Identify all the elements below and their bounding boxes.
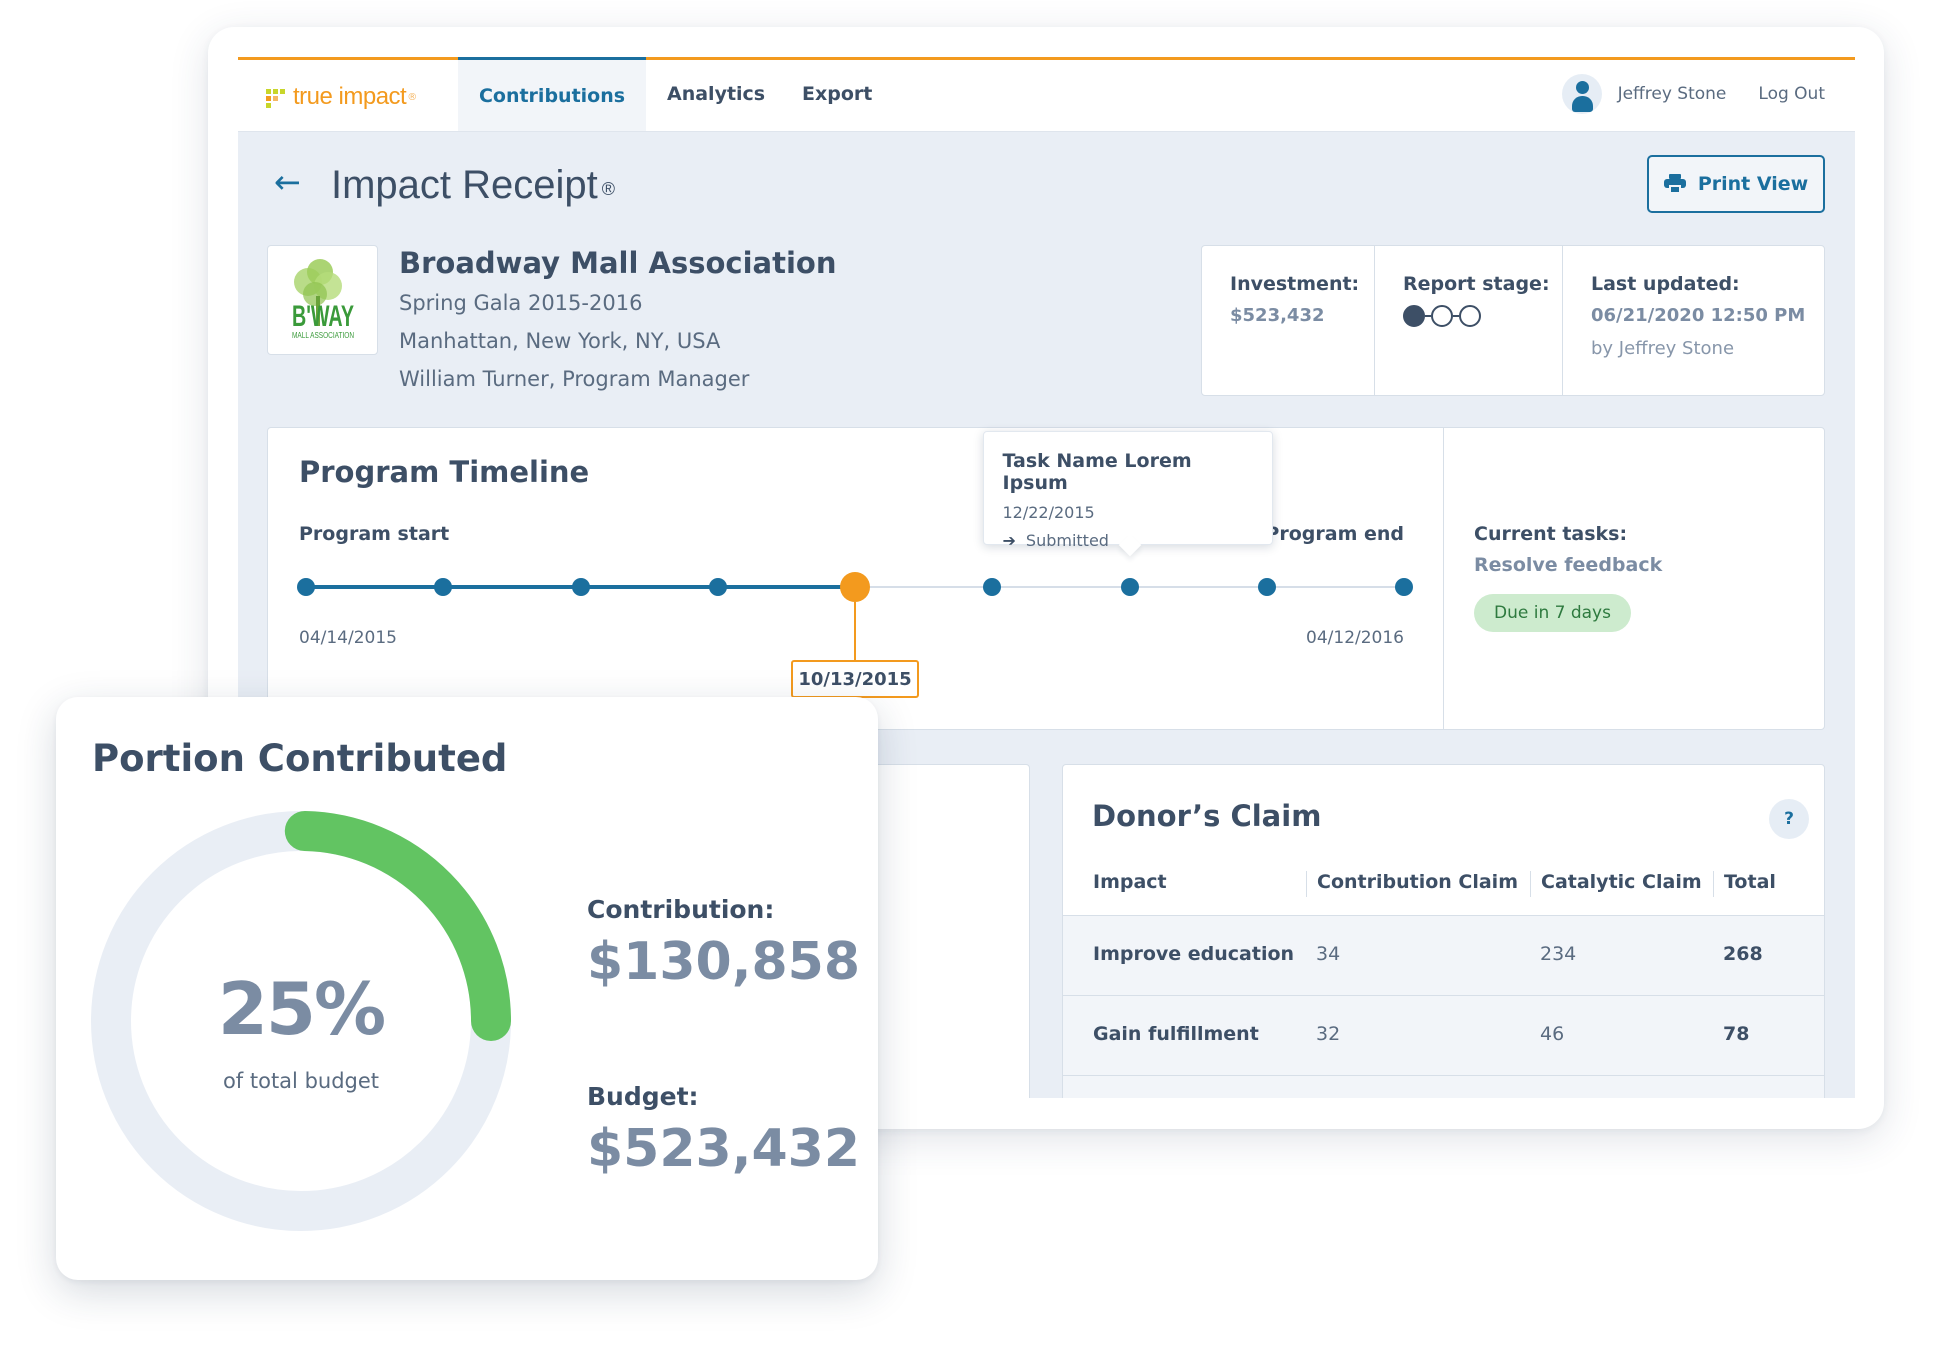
page-title: Impact Receipt ® <box>331 161 615 209</box>
timeline-milestone[interactable] <box>1120 578 1139 596</box>
cell-total: 78 <box>1723 1023 1750 1045</box>
timeline-current-milestone[interactable] <box>840 572 870 602</box>
portion-percent: 25% <box>217 967 386 1051</box>
logo-text: true impact <box>293 83 407 110</box>
timeline-milestone[interactable] <box>1395 578 1413 596</box>
last-updated-label: Last updated: <box>1591 273 1740 295</box>
portion-contributed-card: Portion Contributed 25% of total budget … <box>56 697 878 1280</box>
timeline-divider <box>1443 428 1444 729</box>
true-impact-logo[interactable]: true impact ® <box>266 82 417 112</box>
print-view-button[interactable]: Print View <box>1647 155 1825 213</box>
registered-mark: ® <box>601 179 616 199</box>
current-date-tag: 10/13/2015 <box>791 660 919 698</box>
column-header-total[interactable]: Total <box>1713 871 1776 897</box>
program-end-date: 04/12/2016 <box>1306 628 1404 648</box>
tab-analytics[interactable]: Analytics <box>646 57 786 131</box>
tooltip-task-date: 12/22/2015 <box>1002 503 1095 522</box>
last-updated-stat: Last updated: 06/21/2020 12:50 PM by Jef… <box>1562 246 1826 395</box>
arrow-right-icon: ➔ <box>1002 531 1016 550</box>
org-location: Manhattan, New York, NY, USA <box>399 329 721 353</box>
report-stage-indicator <box>1403 305 1562 327</box>
table-row[interactable]: Increase income55122177 <box>1063 1075 1824 1098</box>
logo-mark-icon <box>266 86 288 108</box>
logo-registered-mark: ® <box>407 91 418 103</box>
contribution-value: $130,858 <box>587 932 861 992</box>
timeline-milestone[interactable] <box>1257 578 1276 596</box>
column-header-impact[interactable]: Impact <box>1093 871 1167 897</box>
investment-value: $523,432 <box>1230 305 1325 326</box>
timeline-milestone[interactable] <box>708 578 727 596</box>
cell-impact: Improve education <box>1093 943 1295 965</box>
org-logo: B'WAY MALL ASSOCIATION <box>267 245 378 355</box>
stage-dot-2 <box>1431 305 1453 327</box>
stage-dot-1 <box>1403 305 1425 327</box>
cell-total: 268 <box>1723 943 1763 965</box>
budget-value: $523,432 <box>587 1119 861 1179</box>
cell-contribution: 34 <box>1316 943 1341 965</box>
column-header-catalytic-claim[interactable]: Catalytic Claim <box>1530 871 1702 897</box>
cell-catalytic: 234 <box>1540 943 1577 965</box>
print-view-label: Print View <box>1697 173 1809 195</box>
investment-stat: Investment: $523,432 <box>1202 246 1374 395</box>
tab-contributions[interactable]: Contributions <box>458 57 646 131</box>
cell-contribution: 32 <box>1316 1023 1341 1045</box>
receipt-stats: Investment: $523,432 Report stage: Last … <box>1201 245 1825 396</box>
table-row[interactable]: Gain fulfillment 32 46 78 <box>1063 995 1824 1075</box>
last-updated-by: by Jeffrey Stone <box>1591 338 1735 359</box>
org-name: Broadway Mall Association <box>399 246 837 280</box>
org-logo-subtext: MALL ASSOCIATION <box>292 331 354 340</box>
timeline-milestone[interactable] <box>983 578 1002 596</box>
user-menu: Jeffrey Stone Log Out <box>1561 70 1825 118</box>
portion-contributed-title: Portion Contributed <box>92 737 508 780</box>
report-stage-stat: Report stage: <box>1374 246 1562 395</box>
resolve-feedback-link[interactable]: Resolve feedback <box>1474 554 1662 576</box>
current-date-stem <box>854 602 856 660</box>
back-arrow-icon[interactable]: ← <box>274 162 301 202</box>
portion-percent-caption: of total budget <box>222 1069 380 1093</box>
user-avatar-icon[interactable] <box>1561 74 1602 114</box>
contribution-label: Contribution: <box>587 895 775 924</box>
program-name: Spring Gala 2015-2016 <box>399 291 643 315</box>
timeline-title: Program Timeline <box>299 455 590 489</box>
table-row[interactable]: Improve education 34 234 268 <box>1063 915 1824 995</box>
help-icon[interactable]: ? <box>1769 799 1809 839</box>
tooltip-task-name: Task Name Lorem Ipsum <box>1002 450 1192 494</box>
logout-link[interactable]: Log Out <box>1758 84 1825 104</box>
program-end-label: Program end <box>1265 523 1404 545</box>
cell-impact: Gain fulfillment <box>1093 1023 1259 1045</box>
report-stage-label: Report stage: <box>1403 273 1550 295</box>
investment-label: Investment: <box>1230 273 1360 295</box>
last-updated-value: 06/21/2020 12:50 PM <box>1591 305 1806 326</box>
column-header-contribution-claim[interactable]: Contribution Claim <box>1306 871 1518 897</box>
program-start-date: 04/14/2015 <box>299 628 397 648</box>
timeline-milestone[interactable] <box>297 578 315 596</box>
org-logo-text: B'WAY <box>292 300 354 333</box>
printer-icon <box>1663 174 1686 194</box>
due-badge: Due in 7 days <box>1474 594 1631 632</box>
user-name[interactable]: Jeffrey Stone <box>1618 84 1727 104</box>
timeline-milestone[interactable] <box>434 578 453 596</box>
tooltip-task-status: ➔ Submitted <box>1003 531 1253 550</box>
top-nav: true impact ® Contributions Analytics Ex… <box>238 57 1855 131</box>
tab-export[interactable]: Export <box>781 57 893 131</box>
page-title-text: Impact Receipt <box>331 163 598 207</box>
cell-catalytic: 46 <box>1540 1023 1565 1045</box>
budget-label: Budget: <box>587 1082 699 1111</box>
org-contact: William Turner, Program Manager <box>399 367 750 391</box>
donors-claim-title: Donor’s Claim <box>1092 799 1322 833</box>
donors-claim-card: Donor’s Claim ? Impact Contribution Clai… <box>1062 764 1825 1098</box>
stage-dot-3 <box>1459 305 1481 327</box>
current-tasks-label: Current tasks: <box>1474 523 1628 545</box>
timeline-milestone[interactable] <box>571 578 590 596</box>
program-start-label: Program start <box>299 523 450 545</box>
milestone-tooltip: Task Name Lorem Ipsum 12/22/2015 ➔ Submi… <box>982 431 1273 550</box>
tooltip-status-text: Submitted <box>1025 531 1109 550</box>
